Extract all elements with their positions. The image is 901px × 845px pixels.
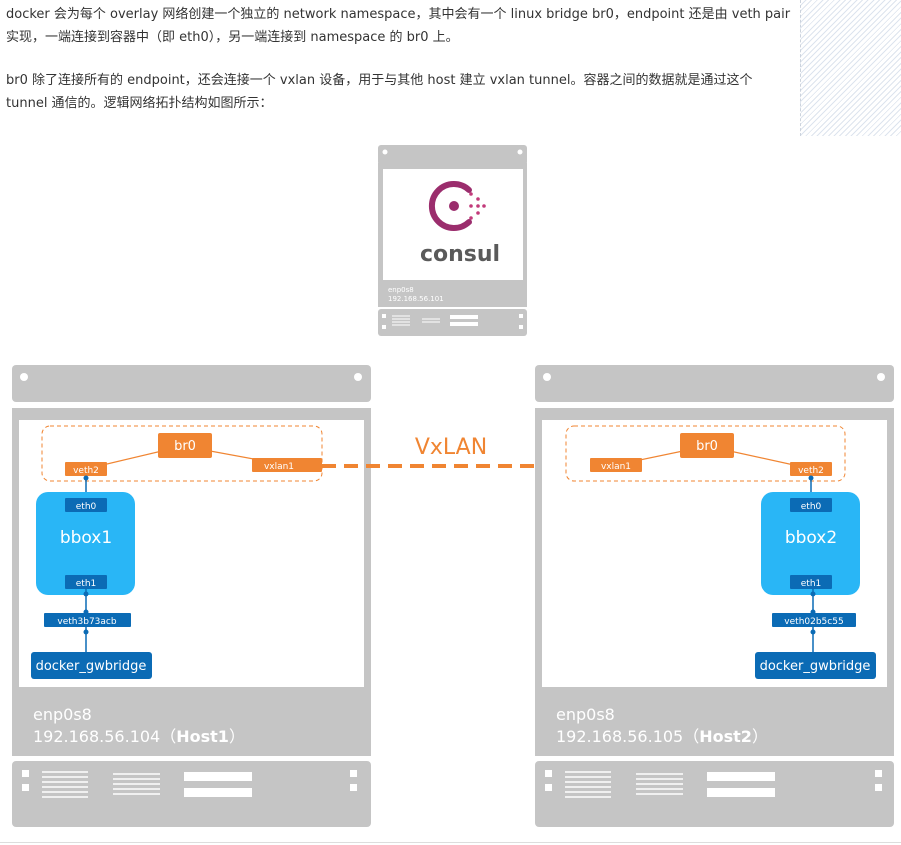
host2-iface: enp0s8 [556,705,615,724]
svg-text:eth0: eth0 [76,502,97,512]
consul-logo-text: consul [420,242,500,267]
svg-text:veth2: veth2 [798,466,824,476]
host2-ip-line: 192.168.56.105（Host2） [556,727,768,746]
svg-text:eth0: eth0 [801,502,822,512]
svg-text:br0: br0 [174,439,196,454]
host2-ip-close: ） [752,727,768,746]
page-divider [0,842,901,843]
host2-ip: 192.168.56.105（ [556,727,699,746]
host2-name: Host2 [699,727,752,746]
svg-text:eth1: eth1 [801,579,822,589]
host1-iface: enp0s8 [33,705,92,724]
svg-text:vxlan1: vxlan1 [264,462,294,472]
svg-text:br0: br0 [696,439,718,454]
vxlan-label: VxLAN [415,435,487,460]
svg-text:vxlan1: vxlan1 [601,462,631,472]
svg-text:docker_gwbridge: docker_gwbridge [36,659,147,674]
svg-text:docker_gwbridge: docker_gwbridge [760,659,871,674]
host2-server: enp0s8 192.168.56.105（Host2） br0 vxlan1 … [535,365,894,827]
svg-text:veth2: veth2 [73,466,99,476]
host1-name: Host1 [176,727,229,746]
host1-ip-close: ） [229,727,245,746]
host1-server: enp0s8 192.168.56.104（Host1） br0 veth2 v… [12,365,371,827]
network-topology-diagram: .white-line { stroke:#ffffff; stroke-wid… [12,145,894,827]
host1-ip: 192.168.56.104（ [33,727,176,746]
svg-text:veth3b73acb: veth3b73acb [57,617,116,627]
svg-text:eth1: eth1 [76,579,97,589]
svg-text:veth02b5c55: veth02b5c55 [784,617,843,627]
consul-server: consul enp0s8 192.168.56.101 [378,145,527,336]
svg-text:bbox1: bbox1 [60,528,112,548]
svg-text:bbox2: bbox2 [785,528,837,548]
consul-ip: 192.168.56.101 [388,295,444,303]
host1-ip-line: 192.168.56.104（Host1） [33,727,245,746]
consul-iface: enp0s8 [388,286,414,294]
